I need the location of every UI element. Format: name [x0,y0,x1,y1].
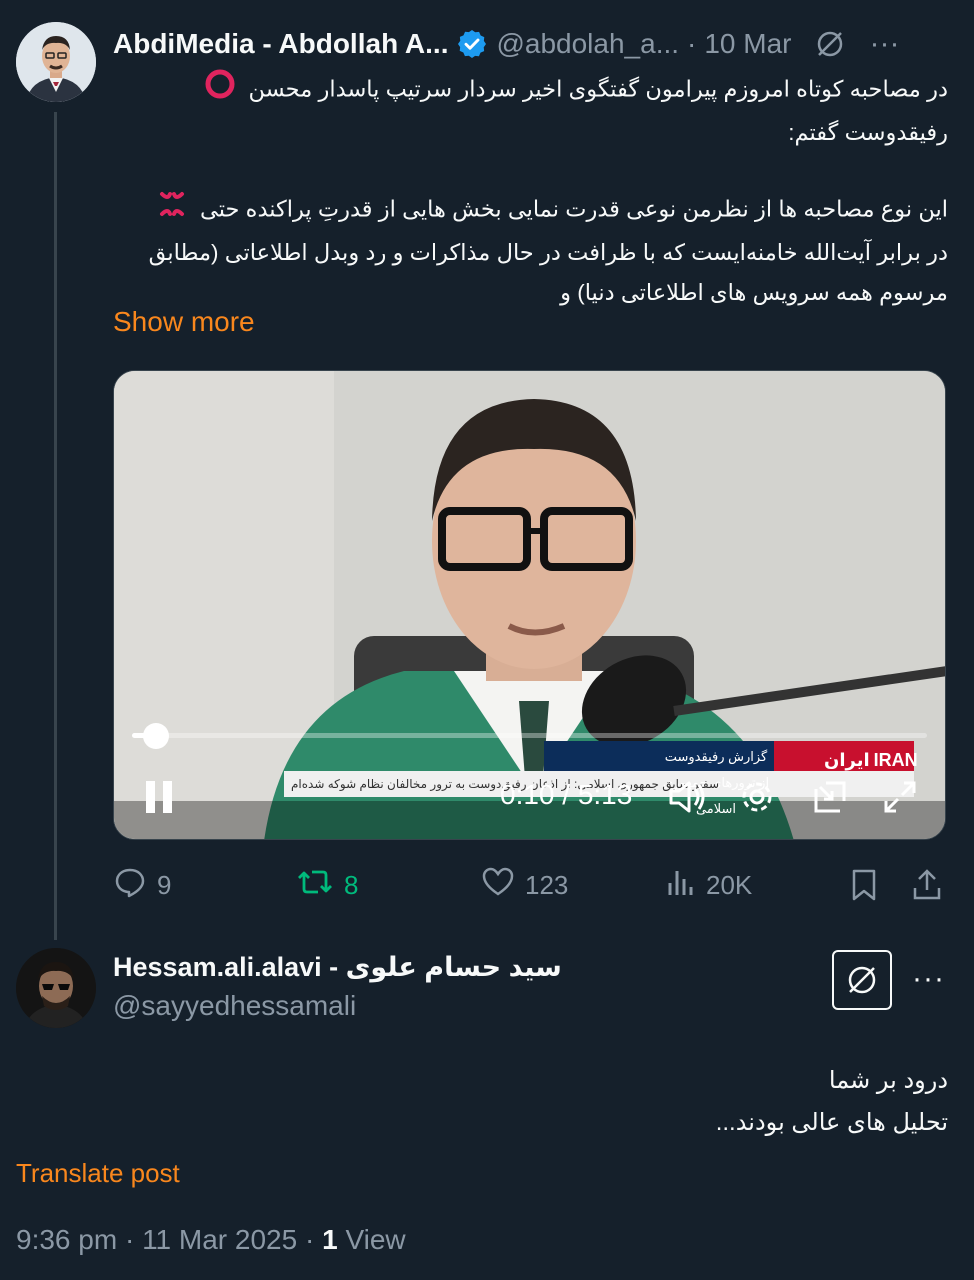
repost-button[interactable]: 8 [296,862,358,908]
reply-views-label: View [345,1224,406,1255]
reply-icon [113,865,157,906]
fullscreen-icon[interactable] [882,779,918,820]
red-circle-icon [204,68,236,113]
grok-button[interactable] [832,950,892,1010]
volume-icon[interactable] [667,779,707,820]
grok-icon[interactable] [814,28,846,60]
post-text-line: در برابر آیت‌الله خامنه‌ایست که با ظرافت… [148,240,948,265]
post-paragraph-1: در مصاحبه کوتاه امروزم پیرامون گفتگوی اخ… [108,68,948,153]
post-text-line: رفیقدوست گفتم: [788,120,948,145]
post-date[interactable]: 10 Mar [704,28,791,60]
views-button[interactable]: 20K [666,862,752,908]
reply-author-avatar[interactable] [16,948,96,1028]
reply-author-handle[interactable]: @sayyedhessamali [113,990,356,1022]
anger-icon [156,188,188,233]
repost-icon [296,865,344,906]
author-name[interactable]: AbdiMedia - Abdollah A... [113,28,448,60]
author-handle[interactable]: @abdolah_a... [496,28,679,60]
post-text-line: این نوع مصاحبه ها از نظرمن نوعی قدرت نما… [199,196,948,222]
channel-logo-en: IRAN [873,750,918,770]
reply-body: درود بر شما تحلیل های عالی بودند... [348,1060,948,1144]
settings-icon[interactable] [739,779,775,820]
reply-count: 9 [157,869,172,900]
reply-date[interactable]: 11 Mar 2025 [142,1224,297,1255]
channel-logo-fa: ایران [824,750,870,770]
channel-logo: ایران IRAN [824,747,918,773]
reply-time[interactable]: 9:36 pm [16,1224,117,1255]
share-icon[interactable] [911,862,953,908]
repost-count: 8 [344,869,359,900]
pause-icon[interactable] [144,779,174,820]
video-time: 0:10 / 5:13 [500,779,633,810]
reply-metadata: 9:36 pm · 11 Mar 2025 · 1 View [16,1224,406,1256]
views-icon [666,865,706,906]
views-count: 20K [706,869,753,900]
meta-separator: · [304,1224,315,1255]
date-separator: · [687,28,697,59]
post-action-bar: 9 8 123 20K [113,862,948,908]
author-avatar[interactable] [16,22,96,102]
meta-separator: · [124,1224,135,1255]
like-count: 123 [525,869,569,900]
reply-button[interactable]: 9 [113,862,171,908]
grok-icon [848,966,876,994]
reply-text-line: تحلیل های عالی بودند... [715,1109,948,1136]
translate-post-link[interactable]: Translate post [16,1158,180,1189]
reply-author-name[interactable]: Hessam.ali.alavi - سید حسام علوی [113,952,562,983]
verified-icon [456,28,488,60]
video-player[interactable]: گزارش رفیقدوست از ترورهای جمهوری اسلامی … [113,370,946,840]
bookmark-icon[interactable] [849,862,889,908]
thread-line [54,112,57,940]
post-header: AbdiMedia - Abdollah A... @abdolah_a... … [113,24,963,64]
video-scrubber-handle[interactable] [142,723,169,749]
post-text-line: در مصاحبه کوتاه امروزم پیرامون گفتگوی اخ… [248,76,948,102]
post-paragraph-2: این نوع مصاحبه ها از نظرمن نوعی قدرت نما… [108,188,948,313]
like-button[interactable]: 123 [481,862,568,908]
more-options-icon[interactable]: ··· [870,27,900,61]
like-icon [481,865,525,906]
channel-banner-title: گزارش رفیقدوست از ترورهای جمهوری اسلامی [662,749,770,816]
reply-more-options-icon[interactable]: ··· [912,962,945,996]
pip-icon[interactable] [812,779,848,820]
reply-text-line: درود بر شما [828,1067,948,1094]
show-more-link[interactable]: Show more [113,306,255,338]
reply-views-count: 1 [322,1224,338,1255]
